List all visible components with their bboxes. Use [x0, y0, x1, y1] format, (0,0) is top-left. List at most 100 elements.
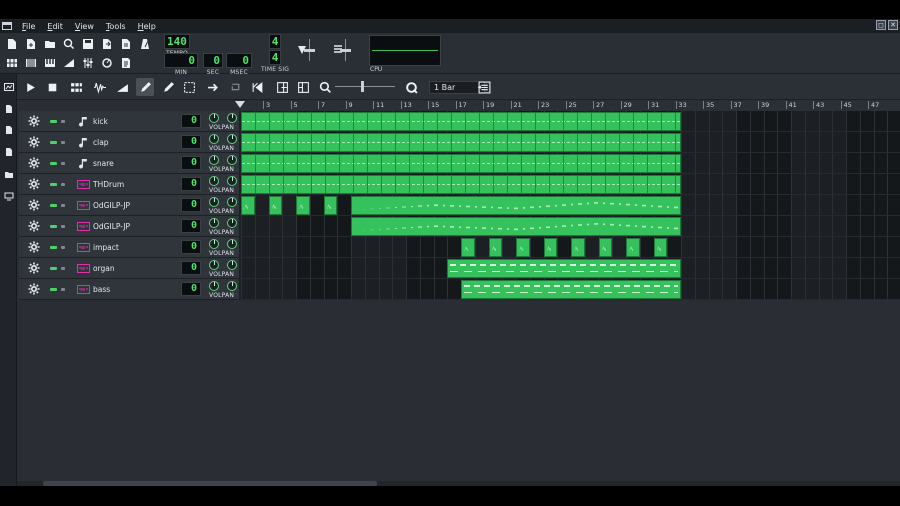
- pattern-clip[interactable]: [241, 154, 681, 173]
- track-name[interactable]: kick: [93, 117, 108, 126]
- pan-knob[interactable]: [227, 155, 237, 165]
- song-editor-button[interactable]: [3, 55, 20, 71]
- app-menu-icon[interactable]: [2, 22, 12, 30]
- mute-toggle[interactable]: [50, 162, 57, 165]
- solo-toggle[interactable]: [61, 225, 65, 228]
- project-notes-button[interactable]: [117, 55, 134, 71]
- pattern-clip[interactable]: [461, 280, 681, 299]
- playhead-marker[interactable]: [235, 101, 245, 108]
- timeline-ruler[interactable]: 3 5 7 9 11 13 15 17 19 21 23 25 27 29 31 33 35 37 39 41 43 45…: [240, 101, 900, 111]
- time-sig-denominator[interactable]: 4: [268, 50, 282, 65]
- zoom-slider[interactable]: [335, 86, 395, 87]
- gear-icon[interactable]: [28, 220, 40, 232]
- menu-file[interactable]: File: [16, 22, 41, 31]
- pattern-clip[interactable]: [268, 196, 283, 215]
- volume-knob[interactable]: [209, 155, 219, 165]
- track-name[interactable]: organ: [93, 264, 115, 273]
- play-button[interactable]: [21, 78, 39, 96]
- save-project-button[interactable]: [79, 36, 96, 52]
- draw-mode-button[interactable]: [136, 78, 154, 96]
- menu-tools[interactable]: Tools: [100, 22, 132, 31]
- gear-icon[interactable]: [28, 199, 40, 211]
- solo-toggle[interactable]: [61, 204, 65, 207]
- gear-icon[interactable]: [28, 178, 40, 190]
- open-project-button[interactable]: [41, 36, 58, 52]
- volume-knob[interactable]: [209, 218, 219, 228]
- export-tracks-button[interactable]: [117, 36, 134, 52]
- track-header[interactable]: organ 0 VOLPAN: [19, 258, 240, 279]
- my-projects-icon[interactable]: [3, 103, 14, 114]
- gear-icon[interactable]: [28, 241, 40, 253]
- mute-toggle[interactable]: [50, 225, 57, 228]
- volume-knob[interactable]: [209, 260, 219, 270]
- volume-knob[interactable]: [209, 197, 219, 207]
- export-button[interactable]: [98, 36, 115, 52]
- volume-knob[interactable]: [209, 176, 219, 186]
- time-sig-numerator[interactable]: 4: [268, 34, 282, 49]
- restore-button[interactable]: ◻: [876, 20, 886, 30]
- solo-toggle[interactable]: [61, 246, 65, 249]
- edit-mode-button[interactable]: [159, 78, 177, 96]
- zoom-slider-handle[interactable]: [361, 81, 364, 92]
- track-lane[interactable]: [240, 132, 900, 153]
- pan-knob[interactable]: [227, 134, 237, 144]
- track-header[interactable]: impact 0 VOLPAN: [19, 237, 240, 258]
- master-pitch-slider[interactable]: [340, 39, 351, 61]
- gear-icon[interactable]: [28, 157, 40, 169]
- solo-toggle[interactable]: [61, 141, 65, 144]
- volume-knob[interactable]: [209, 281, 219, 291]
- pattern-clip[interactable]: [516, 238, 530, 257]
- track-lane[interactable]: [240, 153, 900, 174]
- menu-edit[interactable]: Edit: [41, 22, 69, 31]
- pan-knob[interactable]: [227, 218, 237, 228]
- pan-knob[interactable]: [227, 239, 237, 249]
- pattern-clip[interactable]: [461, 238, 475, 257]
- my-samples-icon[interactable]: [3, 124, 14, 135]
- instrument-plugins-icon[interactable]: [3, 81, 14, 92]
- track-lane[interactable]: [240, 279, 900, 300]
- pattern-clip[interactable]: [296, 196, 310, 215]
- solo-toggle[interactable]: [61, 267, 65, 270]
- mute-toggle[interactable]: [50, 120, 57, 123]
- add-automation-track-button[interactable]: [113, 78, 131, 96]
- master-volume-slider[interactable]: [304, 39, 315, 61]
- controller-rack-button[interactable]: [98, 55, 115, 71]
- new-project-button[interactable]: [3, 36, 20, 52]
- pan-knob[interactable]: [227, 113, 237, 123]
- track-name[interactable]: THDrum: [93, 180, 124, 189]
- root-directory-icon[interactable]: [3, 190, 14, 201]
- pattern-clip[interactable]: [323, 196, 338, 215]
- volume-knob[interactable]: [209, 113, 219, 123]
- track-header[interactable]: OdGILP-JP 0 VOLPAN: [19, 216, 240, 237]
- new-from-template-button[interactable]: [22, 36, 39, 52]
- mute-toggle[interactable]: [50, 141, 57, 144]
- mixer-button[interactable]: [79, 55, 96, 71]
- track-lane[interactable]: [240, 216, 900, 237]
- pattern-clip[interactable]: [241, 112, 681, 131]
- master-pitch[interactable]: [334, 39, 351, 61]
- crop-left-button[interactable]: [273, 78, 291, 96]
- track-lane[interactable]: [240, 237, 900, 258]
- pattern-clip[interactable]: [598, 238, 613, 257]
- volume-knob[interactable]: [209, 239, 219, 249]
- pan-knob[interactable]: [227, 197, 237, 207]
- pan-knob[interactable]: [227, 260, 237, 270]
- my-presets-icon[interactable]: [3, 146, 14, 157]
- close-button[interactable]: ✕: [888, 20, 898, 30]
- track-header[interactable]: OdGILP-JP 0 VOLPAN: [19, 195, 240, 216]
- track-header[interactable]: kick 0 VOLPAN: [19, 111, 240, 132]
- mute-toggle[interactable]: [50, 183, 57, 186]
- solo-toggle[interactable]: [61, 120, 65, 123]
- track-lane[interactable]: [240, 111, 900, 132]
- menu-help[interactable]: Help: [132, 22, 162, 31]
- stop-button[interactable]: [43, 78, 61, 96]
- menu-view[interactable]: View: [69, 22, 100, 31]
- pattern-clip[interactable]: [241, 196, 255, 215]
- pan-knob[interactable]: [227, 281, 237, 291]
- metronome-button[interactable]: [136, 36, 153, 52]
- volume-knob[interactable]: [209, 134, 219, 144]
- crop-right-button[interactable]: [294, 78, 312, 96]
- solo-toggle[interactable]: [61, 183, 65, 186]
- pattern-clip[interactable]: [241, 175, 681, 194]
- beat-bassline-editor-button[interactable]: [22, 55, 39, 71]
